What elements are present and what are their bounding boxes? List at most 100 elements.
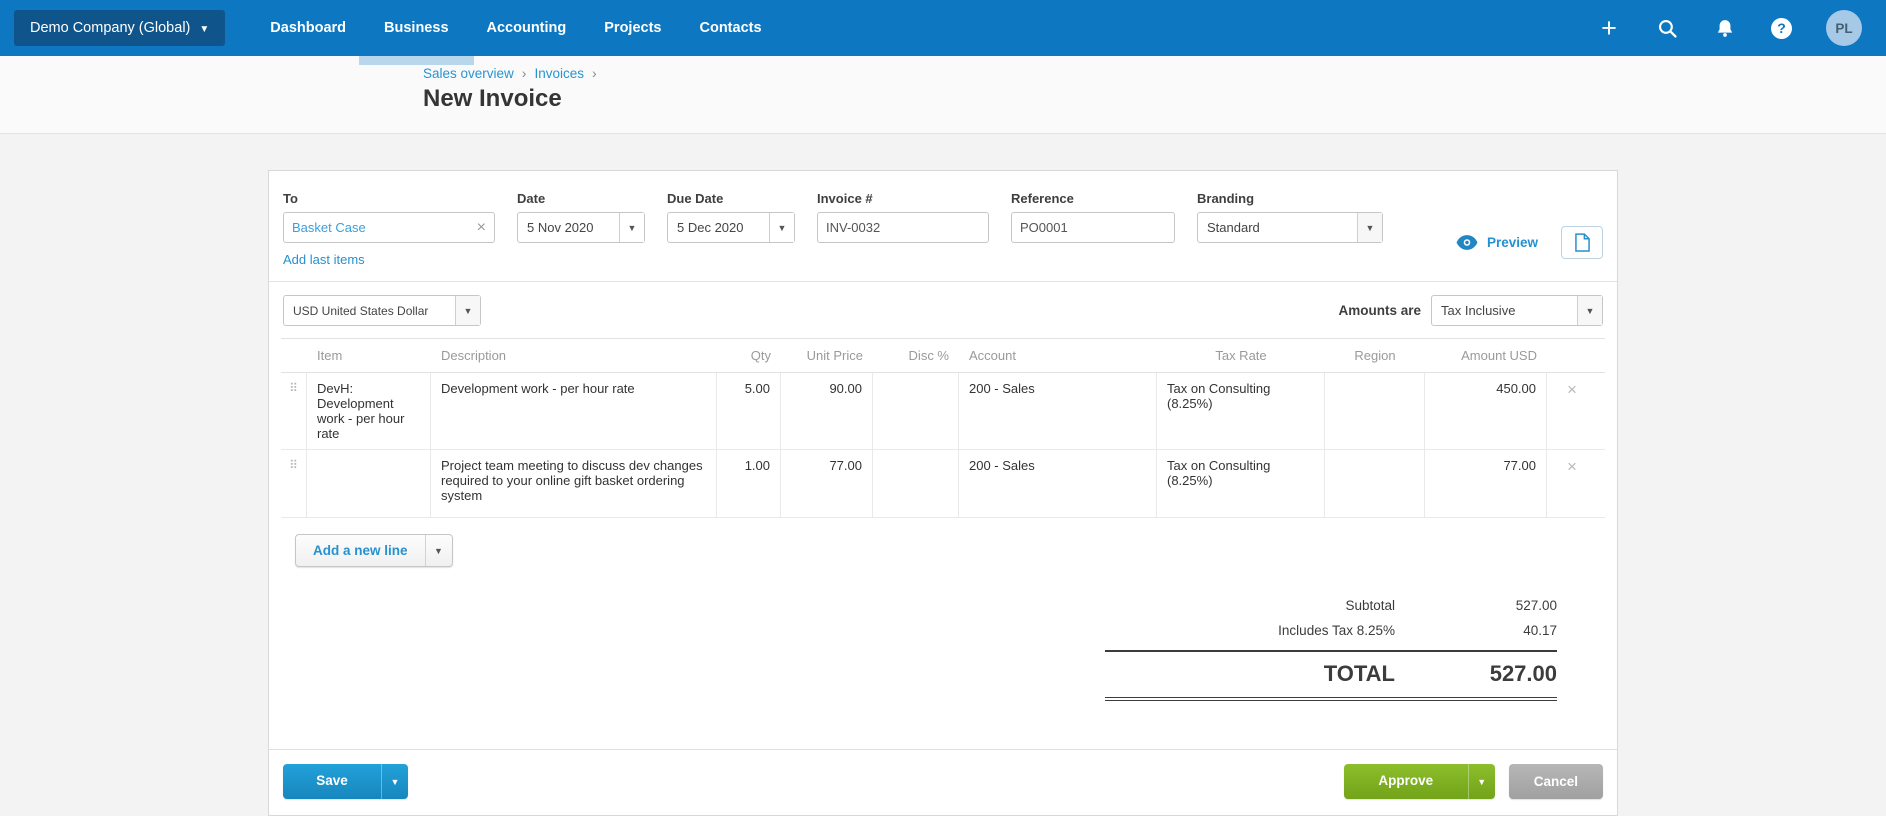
chevron-down-icon[interactable]: ▼ [424, 535, 452, 566]
breadcrumb-separator: › [521, 65, 527, 81]
amounts-are-value: Tax Inclusive [1441, 303, 1516, 318]
line-items-table: Item Description Qty Unit Price Disc % A… [281, 338, 1605, 518]
nav-item-dashboard[interactable]: Dashboard [251, 0, 365, 56]
nav-item-accounting[interactable]: Accounting [468, 0, 586, 56]
page-title: New Invoice [423, 85, 562, 112]
table-header-row: Item Description Qty Unit Price Disc % A… [281, 338, 1605, 373]
totals-section: Subtotal 527.00 Includes Tax 8.25% 40.17… [1105, 593, 1557, 701]
save-button[interactable]: Save ▼ [283, 764, 408, 799]
eye-icon [1456, 234, 1478, 250]
due-date-label: Due Date [667, 191, 724, 206]
approve-label: Approve [1378, 773, 1434, 788]
cell-description[interactable]: Project team meeting to discuss dev chan… [431, 450, 717, 517]
search-icon[interactable] [1655, 16, 1679, 40]
chevron-down-icon[interactable]: ▼ [769, 213, 794, 242]
page-header: Sales overview › Invoices › New Invoice [0, 56, 1886, 134]
contact-field[interactable]: Basket Case × [283, 212, 495, 243]
preview-group: Preview [1456, 191, 1603, 267]
cell-unit-price[interactable]: 77.00 [781, 450, 873, 517]
chevron-down-icon[interactable]: ▼ [1357, 213, 1382, 242]
branding-select[interactable]: Standard ▼ [1197, 212, 1383, 243]
cell-item[interactable] [307, 450, 431, 517]
amounts-are-select[interactable]: Tax Inclusive ▼ [1431, 295, 1603, 326]
cell-description[interactable]: Development work - per hour rate [431, 373, 717, 449]
user-avatar[interactable]: PL [1826, 10, 1862, 46]
cell-qty[interactable]: 1.00 [717, 450, 781, 517]
total-value: 527.00 [1489, 661, 1557, 686]
help-icon[interactable]: ? [1771, 17, 1792, 39]
date-field[interactable]: 5 Nov 2020 ▼ [517, 212, 645, 243]
approve-button[interactable]: Approve ▼ [1343, 764, 1495, 799]
footer-actions: Save ▼ Approve ▼ Cancel [269, 749, 1617, 815]
date-value: 5 Nov 2020 [527, 220, 594, 235]
cell-tax-rate[interactable]: Tax on Consulting (8.25%) [1157, 373, 1325, 449]
nav-actions: + ? PL [1597, 10, 1872, 46]
nav-item-projects[interactable]: Projects [585, 0, 680, 56]
cell-unit-price[interactable]: 90.00 [781, 373, 873, 449]
col-header-account: Account [969, 348, 1016, 363]
nav-item-contacts[interactable]: Contacts [681, 0, 781, 56]
col-header-qty: Qty [750, 348, 771, 363]
clear-contact-icon[interactable]: × [471, 219, 486, 237]
currency-value: USD United States Dollar [293, 303, 429, 318]
contact-value: Basket Case [292, 220, 366, 235]
document-preview-button[interactable] [1561, 225, 1603, 259]
save-label: Save [316, 773, 348, 788]
due-date-field[interactable]: 5 Dec 2020 ▼ [667, 212, 795, 243]
invoice-number-label: Invoice # [817, 191, 873, 206]
remove-row-icon[interactable]: × [1567, 380, 1577, 399]
drag-handle-icon[interactable]: ⠿ [281, 450, 307, 517]
reference-label: Reference [1011, 191, 1074, 206]
includes-tax-value: 40.17 [1523, 623, 1557, 638]
date-label: Date [517, 191, 546, 206]
chevron-down-icon[interactable]: ▼ [381, 764, 408, 799]
breadcrumb-sales-overview[interactable]: Sales overview [423, 66, 514, 81]
reference-value: PO0001 [1020, 220, 1068, 235]
cancel-label: Cancel [1533, 774, 1578, 789]
chevron-down-icon[interactable]: ▼ [455, 296, 480, 325]
cell-region[interactable] [1325, 450, 1425, 517]
cell-item[interactable]: DevH: Development work - per hour rate [307, 373, 431, 449]
invoice-number-field[interactable]: INV-0032 [817, 212, 989, 243]
primary-nav: Dashboard Business Accounting Projects C… [251, 0, 781, 65]
preview-link[interactable]: Preview [1487, 235, 1538, 250]
cell-account[interactable]: 200 - Sales [959, 373, 1157, 449]
add-new-line-button[interactable]: Add a new line ▼ [295, 534, 453, 567]
breadcrumb-invoices[interactable]: Invoices [534, 66, 584, 81]
table-row: ⠿ DevH: Development work - per hour rate… [281, 373, 1605, 450]
drag-handle-icon[interactable]: ⠿ [281, 373, 307, 449]
reference-field[interactable]: PO0001 [1011, 212, 1175, 243]
to-label: To [283, 191, 298, 206]
cell-disc[interactable] [873, 450, 959, 517]
active-tab-indicator [359, 56, 474, 65]
currency-select[interactable]: USD United States Dollar ▼ [283, 295, 481, 326]
remove-row-icon[interactable]: × [1567, 457, 1577, 476]
col-header-description: Description [441, 348, 507, 363]
add-last-items-link[interactable]: Add last items [283, 252, 495, 267]
cell-disc[interactable] [873, 373, 959, 449]
cell-account[interactable]: 200 - Sales [959, 450, 1157, 517]
col-header-tax-rate: Tax Rate [1215, 348, 1267, 363]
subtotal-value: 527.00 [1515, 598, 1557, 613]
due-date-value: 5 Dec 2020 [677, 220, 744, 235]
cell-qty[interactable]: 5.00 [717, 373, 781, 449]
top-nav: Demo Company (Global) ▼ Dashboard Busine… [0, 0, 1886, 65]
company-selector[interactable]: Demo Company (Global) ▼ [14, 10, 226, 46]
cell-region[interactable] [1325, 373, 1425, 449]
nav-item-business[interactable]: Business [359, 0, 474, 65]
subtotal-label: Subtotal [1345, 598, 1395, 613]
invoice-card: To Basket Case × Add last items Date 5 N… [268, 170, 1618, 816]
cell-tax-rate[interactable]: Tax on Consulting (8.25%) [1157, 450, 1325, 517]
chevron-down-icon[interactable]: ▼ [1467, 764, 1495, 799]
document-page-icon [1574, 232, 1590, 252]
cell-amount: 450.00 [1425, 373, 1547, 449]
cancel-button[interactable]: Cancel [1508, 764, 1603, 799]
chevron-down-icon[interactable]: ▼ [1577, 296, 1602, 325]
breadcrumb-separator: › [592, 65, 597, 81]
cell-amount: 77.00 [1425, 450, 1547, 517]
chevron-down-icon[interactable]: ▼ [619, 213, 644, 242]
notifications-bell-icon[interactable] [1713, 16, 1737, 40]
table-row: ⠿ Project team meeting to discuss dev ch… [281, 450, 1605, 518]
invoice-number-value: INV-0032 [826, 220, 881, 235]
add-new-icon[interactable]: + [1597, 15, 1621, 42]
